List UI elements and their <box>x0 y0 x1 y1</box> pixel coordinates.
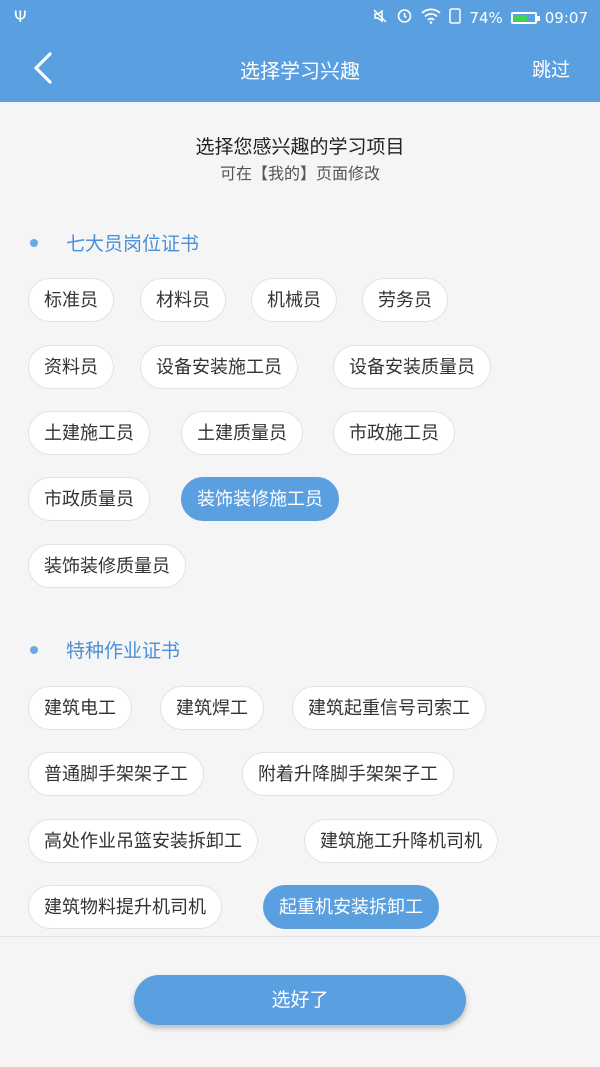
chip-0-11[interactable]: 装饰装修施工员 <box>181 477 339 521</box>
section-header-special-operations: 特种作业证书 <box>30 636 180 663</box>
chip-0-12[interactable]: 装饰装修质量员 <box>28 544 186 588</box>
interest-content: 选择您感兴趣的学习项目 可在【我的】页面修改 七大员岗位证书 标准员 材料员 机… <box>0 102 600 936</box>
confirm-button[interactable]: 选好了 <box>134 975 466 1025</box>
chip-0-0[interactable]: 标准员 <box>28 278 114 322</box>
chip-0-10[interactable]: 市政质量员 <box>28 477 150 521</box>
chip-1-7[interactable]: 建筑物料提升机司机 <box>28 885 222 929</box>
chip-0-9[interactable]: 市政施工员 <box>333 411 455 455</box>
section-title: 七大员岗位证书 <box>66 233 200 255</box>
wifi-icon <box>421 8 442 29</box>
chip-1-3[interactable]: 普通脚手架架子工 <box>28 752 204 796</box>
page-title: 选择学习兴趣 <box>240 59 360 83</box>
chip-1-1[interactable]: 建筑焊工 <box>160 686 264 730</box>
status-icons: 74% 09:07 <box>372 7 588 29</box>
footer-divider <box>0 936 600 937</box>
chip-1-0[interactable]: 建筑电工 <box>28 686 132 730</box>
chip-1-6[interactable]: 建筑施工升降机司机 <box>304 819 498 863</box>
clock: 09:07 <box>544 9 588 27</box>
nav-bar: 选择学习兴趣 跳过 <box>0 34 600 102</box>
bullet-dot-icon <box>30 238 38 247</box>
alarm-icon <box>396 7 413 29</box>
sim-icon <box>449 7 462 29</box>
chip-0-8[interactable]: 土建质量员 <box>181 411 303 455</box>
status-bar: Ψ 74% 09:07 <box>0 0 600 34</box>
chip-0-2[interactable]: 机械员 <box>251 278 337 322</box>
usb-icon: Ψ <box>14 7 27 26</box>
section-title: 特种作业证书 <box>66 640 181 662</box>
chip-1-4[interactable]: 附着升降脚手架架子工 <box>242 752 454 796</box>
chip-0-4[interactable]: 资料员 <box>28 345 114 389</box>
chip-0-3[interactable]: 劳务员 <box>362 278 448 322</box>
chip-0-1[interactable]: 材料员 <box>140 278 226 322</box>
battery-icon <box>510 12 540 24</box>
intro-title: 选择您感兴趣的学习项目 <box>195 136 405 158</box>
bullet-dot-icon <box>30 645 38 654</box>
chip-1-2[interactable]: 建筑起重信号司索工 <box>292 686 486 730</box>
battery-percent: 74% <box>469 9 503 27</box>
chip-1-8[interactable]: 起重机安装拆卸工 <box>263 885 439 929</box>
chip-0-6[interactable]: 设备安装质量员 <box>333 345 491 389</box>
battery-fill <box>513 15 527 21</box>
section-header-job-certificates: 七大员岗位证书 <box>30 229 199 256</box>
chip-0-5[interactable]: 设备安装施工员 <box>140 345 298 389</box>
skip-button[interactable]: 跳过 <box>532 55 570 82</box>
mute-icon <box>372 8 388 29</box>
chip-0-7[interactable]: 土建施工员 <box>28 411 150 455</box>
chip-1-5[interactable]: 高处作业吊篮安装拆卸工 <box>28 819 258 863</box>
intro-subtitle: 可在【我的】页面修改 <box>219 164 380 183</box>
